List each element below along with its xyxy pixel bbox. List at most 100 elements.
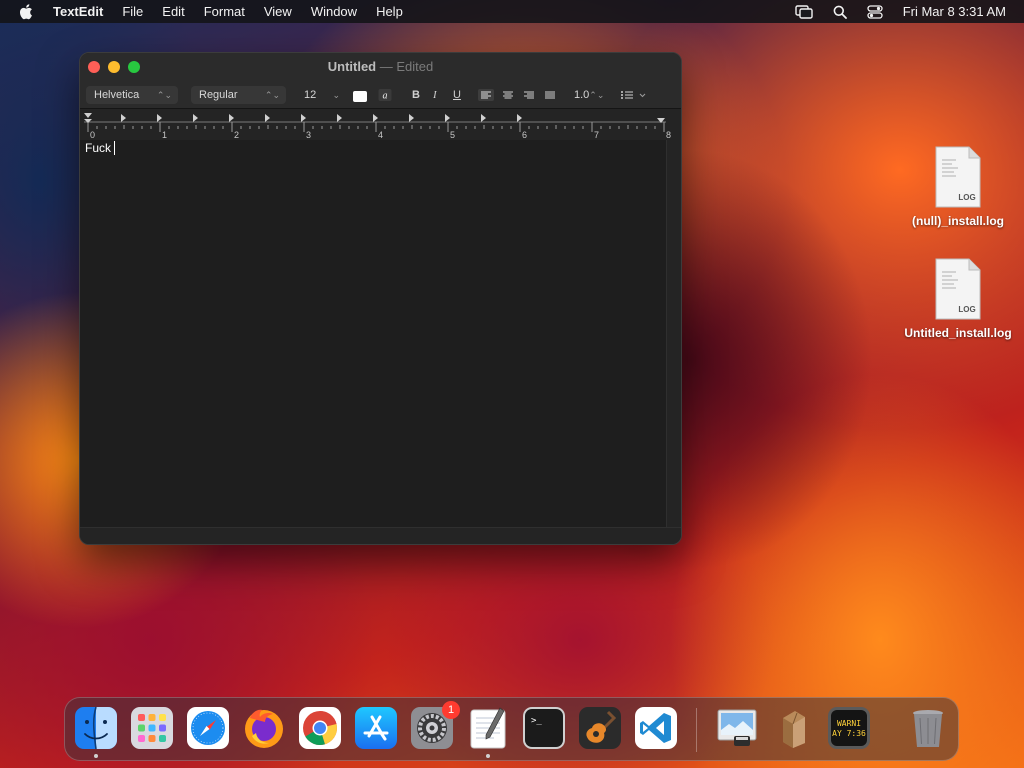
dock-chrome[interactable] [298,706,342,750]
vscode-icon [635,707,677,749]
ruler-label: 1 [162,130,167,140]
screen-mirroring-icon[interactable] [794,4,813,19]
apple-menu-icon[interactable] [19,3,33,20]
dock: 1 >_ WARNI AY 7:36 [64,697,959,761]
safari-compass-icon [187,707,229,749]
log-file-icon: LOG [935,258,981,320]
dock-vscode[interactable] [634,706,678,750]
dock-garageband[interactable] [578,706,622,750]
font-family-value: Helvetica [94,89,140,101]
window-bottom-bar [80,527,681,544]
menu-file[interactable]: File [122,4,143,19]
menu-extras: Fri Mar 8 3:31 AM [794,0,1006,23]
tab-stop-marker [481,114,486,122]
text-color-swatch [353,91,367,102]
guitar-icon [579,707,621,749]
tab-stop-marker [373,114,378,122]
line-spacing-popup[interactable]: 1.0 ⌃⌄ [574,86,604,104]
bold-button[interactable]: B [412,86,420,104]
tab-stop-marker [265,114,270,122]
log-file-icon: LOG [935,146,981,208]
justify-button[interactable] [542,86,558,104]
font-style-popup[interactable]: Regular ⌃⌄ [191,86,286,104]
notification-badge: 1 [442,701,460,719]
ruler-label: 6 [522,130,527,140]
dock-finder[interactable] [74,706,118,758]
justify-icon [545,91,555,99]
font-family-popup[interactable]: Helvetica ⌃⌄ [86,86,178,104]
ruler-label: 3 [306,130,311,140]
ruler-scale: 0 1 2 3 4 5 6 7 8 [84,113,671,140]
text-color-well[interactable] [353,86,367,104]
launchpad-icon [131,707,173,749]
spotlight-search-icon[interactable] [833,5,847,19]
vertical-scrollbar[interactable] [666,140,681,527]
dock-textedit[interactable] [466,706,510,758]
dock-launchpad[interactable] [130,706,174,750]
menu-app-name[interactable]: TextEdit [53,4,103,19]
line-spacing-value: 1.0 [574,89,590,101]
dock-archive[interactable] [771,706,815,750]
window-title: Untitled — Edited [80,59,681,74]
font-size-combo[interactable]: 12 ⌄ [304,86,340,104]
dock-safari[interactable] [186,706,230,750]
tab-stop-marker [409,114,414,122]
console-time-text: AY 7:36 [832,729,866,738]
tab-stop-marker [337,114,342,122]
ruler-label: 2 [234,130,239,140]
terminal-icon: >_ [523,707,565,749]
text-caret [114,141,116,155]
highlight-icon: a [378,89,392,102]
tab-stop-marker [517,114,522,122]
menubar-clock[interactable]: Fri Mar 8 3:31 AM [903,4,1006,19]
underline-button[interactable]: U [453,86,461,104]
menu-view[interactable]: View [264,4,292,19]
window-titlebar[interactable]: Untitled — Edited Helvetica ⌃⌄ Regular ⌃… [80,53,681,109]
dock-terminal[interactable]: >_ [522,706,566,750]
document-content[interactable]: Fuck [85,141,116,155]
running-indicator [486,754,490,758]
ruler[interactable]: 0 1 2 3 4 5 6 7 8 [80,109,681,141]
align-right-button[interactable] [521,86,537,104]
list-bullets-icon [621,91,646,99]
dock-firefox[interactable] [242,706,286,750]
list-bullets-popup[interactable] [620,86,648,104]
title-separator: — [379,59,393,74]
finder-icon [75,706,117,750]
tab-stop-marker [445,114,450,122]
tab-stop-marker [157,114,162,122]
tab-stop-marker [193,114,198,122]
first-indent-marker [84,113,92,118]
align-center-button[interactable] [500,86,516,104]
dock-app-store[interactable] [354,706,398,750]
app-store-icon [355,707,397,749]
font-style-value: Regular [199,89,238,101]
dock-system-settings[interactable]: 1 [410,701,460,750]
document-text-area[interactable]: Fuck [80,140,666,527]
trash-icon [913,710,943,747]
format-toolbar: Helvetica ⌃⌄ Regular ⌃⌄ 12 ⌄ a B I U 1.0… [80,86,681,104]
menu-window[interactable]: Window [311,4,357,19]
menu-help[interactable]: Help [376,4,403,19]
dock-console[interactable]: WARNI AY 7:36 [827,706,871,750]
font-size-value: 12 [304,89,317,101]
chevron-updown-icon: ⌃⌄ [156,89,172,100]
italic-button[interactable]: I [433,86,437,104]
control-center-icon[interactable] [867,4,883,19]
desktop-file-null-install-log[interactable]: LOG (null)_install.log [898,146,1018,229]
chevron-down-icon: ⌄ [332,89,340,100]
console-icon: WARNI AY 7:36 [828,707,870,749]
highlight-color-button[interactable]: a [378,86,392,104]
document-status: Edited [396,59,434,74]
textedit-window: Untitled — Edited Helvetica ⌃⌄ Regular ⌃… [79,52,682,545]
desktop-file-untitled-install-log[interactable]: LOG Untitled_install.log [898,258,1018,341]
align-left-button[interactable] [478,86,494,104]
menu-format[interactable]: Format [204,4,245,19]
chevron-updown-icon: ⌃⌄ [589,89,605,100]
console-warning-text: WARNI [837,719,861,728]
dock-trash[interactable] [906,706,950,750]
menu-edit[interactable]: Edit [162,4,184,19]
dock-preview[interactable] [715,706,759,750]
align-left-icon [478,89,494,101]
preview-icon [717,709,757,746]
